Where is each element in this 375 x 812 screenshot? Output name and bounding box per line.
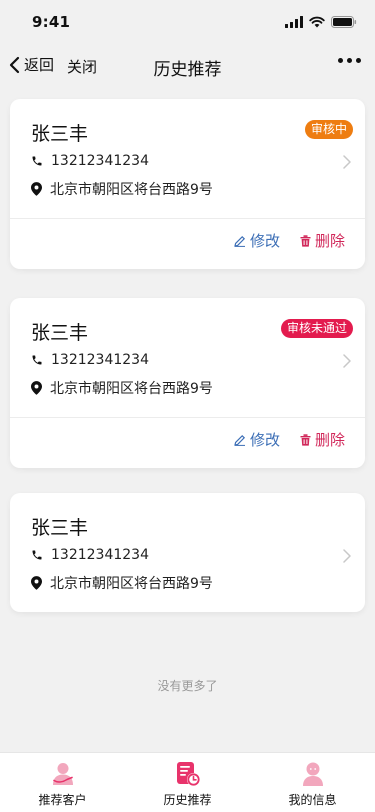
location-pin-icon — [31, 381, 42, 395]
wifi-icon — [309, 16, 325, 28]
card-actions: 修改 删除 — [234, 230, 345, 251]
address-text: 北京市朝阳区将台西路9号 — [50, 576, 213, 592]
phone-icon — [32, 550, 42, 560]
more-dot-icon — [356, 58, 361, 63]
address-text: 北京市朝阳区将台西路9号 — [50, 182, 213, 198]
nav-bar: 返回 关闭 历史推荐 — [0, 44, 375, 88]
status-badge: 审核中 — [304, 120, 353, 139]
delete-button[interactable]: 删除 — [300, 429, 345, 450]
address-text: 北京市朝阳区将台西路9号 — [50, 381, 213, 397]
recommend-card[interactable]: 张三丰 13212341234 北京市朝阳区将台西路9号 — [10, 493, 365, 612]
battery-icon — [331, 16, 357, 28]
phone-icon — [32, 355, 42, 365]
phone-row: 13212341234 — [31, 352, 149, 368]
page-title: 历史推荐 — [153, 60, 222, 80]
edit-button[interactable]: 修改 — [234, 230, 280, 251]
tab-label: 我的信息 — [288, 793, 337, 807]
divider — [10, 218, 365, 219]
location-pin-icon — [31, 576, 42, 590]
pencil-icon — [234, 235, 246, 247]
status-time: 9:41 — [32, 13, 71, 31]
no-more-text: 没有更多了 — [157, 679, 218, 693]
delete-button[interactable]: 删除 — [300, 230, 345, 251]
edit-label: 修改 — [249, 232, 280, 250]
address-row: 北京市朝阳区将台西路9号 — [31, 573, 213, 593]
phone-number: 13212341234 — [51, 352, 149, 368]
phone-row: 13212341234 — [31, 547, 149, 563]
phone-number: 13212341234 — [51, 153, 149, 169]
tab-label: 历史推荐 — [163, 793, 212, 807]
edit-button[interactable]: 修改 — [234, 429, 280, 450]
customer-name: 张三丰 — [31, 123, 89, 145]
phone-number: 13212341234 — [51, 547, 149, 563]
recommend-customer-icon — [52, 763, 73, 785]
my-info-icon — [302, 762, 323, 786]
delete-label: 删除 — [314, 431, 345, 449]
card-actions: 修改 删除 — [234, 429, 345, 450]
history-recommend-icon — [176, 762, 200, 786]
status-icons — [285, 16, 357, 28]
address-row: 北京市朝阳区将台西路9号 — [31, 378, 213, 398]
status-bar: 9:41 — [0, 0, 375, 44]
chevron-right-icon — [343, 354, 351, 368]
tab-my-info[interactable]: 我的信息 — [250, 753, 375, 812]
phone-icon — [32, 156, 42, 166]
more-button[interactable] — [338, 58, 361, 63]
chevron-right-icon — [343, 549, 351, 563]
customer-name: 张三丰 — [31, 517, 89, 539]
trash-icon — [300, 234, 311, 247]
more-dot-icon — [347, 58, 352, 63]
divider — [10, 417, 365, 418]
status-badge: 审核未通过 — [280, 319, 353, 338]
tab-label: 推荐客户 — [38, 793, 87, 807]
tab-bar: 推荐客户 历史推荐 我的信息 — [0, 752, 375, 812]
chevron-right-icon — [343, 155, 351, 169]
tab-recommend-customer[interactable]: 推荐客户 — [0, 753, 125, 812]
signal-icon — [285, 16, 303, 28]
trash-icon — [300, 433, 311, 446]
address-row: 北京市朝阳区将台西路9号 — [31, 179, 213, 199]
recommend-card[interactable]: 张三丰 审核未通过 13212341234 北京市朝阳区将台西路9号 修改 删除 — [10, 298, 365, 468]
location-pin-icon — [31, 182, 42, 196]
more-dot-icon — [338, 58, 343, 63]
tab-history-recommend[interactable]: 历史推荐 — [125, 753, 250, 812]
delete-label: 删除 — [314, 232, 345, 250]
phone-row: 13212341234 — [31, 153, 149, 169]
edit-label: 修改 — [249, 431, 280, 449]
pencil-icon — [234, 434, 246, 446]
customer-name: 张三丰 — [31, 322, 89, 344]
recommend-card[interactable]: 张三丰 审核中 13212341234 北京市朝阳区将台西路9号 修改 删除 — [10, 99, 365, 269]
